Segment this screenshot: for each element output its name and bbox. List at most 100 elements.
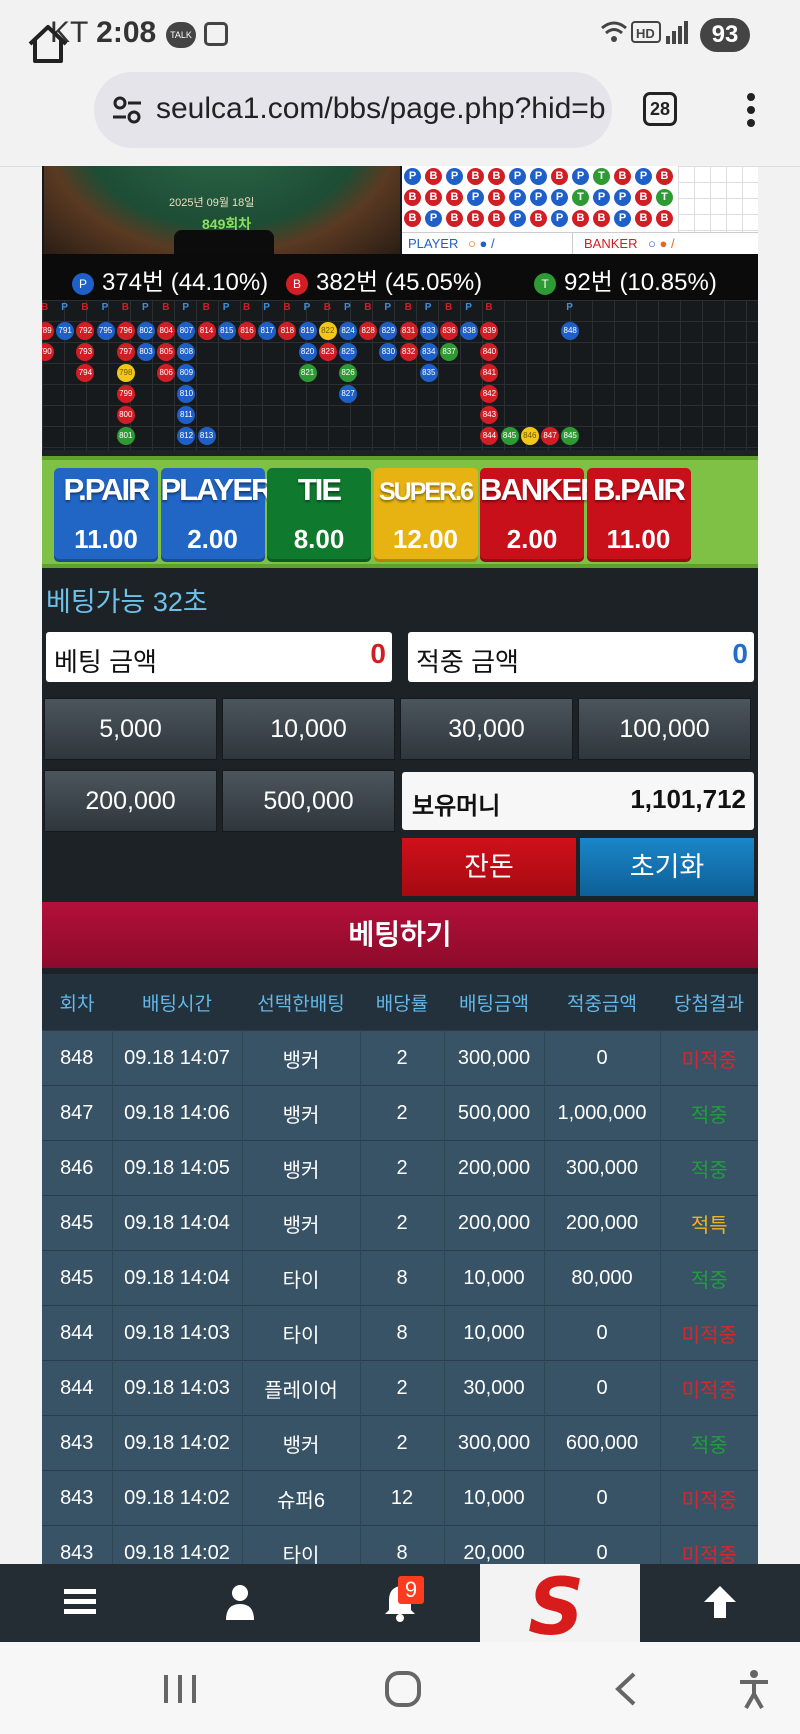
- chip-button[interactable]: 500,000: [222, 770, 395, 832]
- history-cell: 09.18 14:04: [112, 1250, 243, 1306]
- site-logo[interactable]: S: [480, 1563, 640, 1653]
- kakaotalk-icon: TALK: [166, 22, 196, 48]
- big-road-mark: P: [530, 168, 547, 185]
- history-cell: 10,000: [444, 1470, 545, 1526]
- address-bar[interactable]: seulca1.com/bbs/page.php?hid=ba: [94, 72, 612, 148]
- bead-road-mark: 828: [359, 322, 378, 340]
- bead-road-mark: 846: [520, 427, 539, 445]
- big-road-mark: B: [488, 168, 505, 185]
- history-cell: 845: [42, 1250, 113, 1306]
- bead-road-mark: 816: [238, 322, 256, 340]
- bet-option-odds: 8.00: [293, 524, 345, 554]
- site-settings-icon[interactable]: [112, 96, 142, 124]
- home-icon[interactable]: [26, 22, 70, 66]
- svg-text:S: S: [528, 1564, 584, 1642]
- history-cell: 뱅커: [242, 1140, 361, 1196]
- history-cell: 200,000: [544, 1195, 661, 1251]
- history-cell: 타이: [242, 1305, 361, 1361]
- bead-road-header: P: [182, 302, 190, 313]
- big-road-mark: B: [446, 189, 463, 206]
- bead-road-mark: 848: [561, 322, 580, 340]
- tab-count-button[interactable]: 28: [643, 92, 677, 126]
- recent-apps-icon[interactable]: [160, 1672, 200, 1706]
- table-row: 846 09.18 14:05 뱅커 2 200,000 300,000 적중: [42, 1140, 758, 1196]
- bead-road-mark: 829: [379, 322, 398, 340]
- bead-road-mark: 793: [76, 343, 95, 361]
- big-road-mark: B: [593, 210, 610, 227]
- history-cell: 30,000: [444, 1360, 545, 1416]
- bead-road-mark: 798: [116, 364, 135, 382]
- history-cell: 09.18 14:02: [112, 1525, 243, 1564]
- history-cell: 80,000: [544, 1250, 661, 1306]
- bet-option-tie[interactable]: TIE 8.00: [267, 468, 371, 562]
- more-options-icon[interactable]: [746, 92, 756, 128]
- history-cell: 0: [544, 1525, 661, 1564]
- history-cell: 적특: [660, 1195, 758, 1251]
- history-cell: 09.18 14:05: [112, 1140, 243, 1196]
- chip-button[interactable]: 100,000: [578, 698, 751, 760]
- win-amount-box: 적중 금액 0: [408, 632, 754, 682]
- balance-label: 보유머니: [412, 793, 501, 820]
- banker-marker-icon: B: [286, 272, 308, 295]
- bottom-nav: 9 S: [0, 1563, 800, 1653]
- big-road-mark: B: [635, 210, 652, 227]
- big-road-mark: B: [467, 210, 484, 227]
- home-nav-icon[interactable]: [384, 1670, 422, 1708]
- dealer-shoe: [174, 230, 274, 254]
- bead-road-mark: 827: [339, 385, 357, 403]
- big-road-mark: P: [509, 210, 526, 227]
- history-cell: 09.18 14:02: [112, 1415, 243, 1471]
- big-road-mark: P: [593, 189, 610, 206]
- stat-tie: T 92번 (10.85%): [534, 262, 717, 297]
- bead-road-mark: 831: [399, 322, 418, 340]
- accessibility-icon[interactable]: [736, 1668, 772, 1710]
- chip-button[interactable]: 10,000: [222, 698, 395, 760]
- bead-road-header: P: [222, 302, 230, 313]
- bead-road-mark: 807: [177, 322, 196, 340]
- bead-road-mark: 794: [76, 364, 95, 382]
- menu-icon[interactable]: [60, 1582, 100, 1622]
- chip-button[interactable]: 200,000: [44, 770, 217, 832]
- big-road-mark: B: [488, 189, 505, 206]
- bet-option-player[interactable]: PLAYER 2.00: [160, 468, 274, 562]
- bead-road-mark: 838: [460, 322, 479, 340]
- bet-option-banker[interactable]: BANKER 2.00: [480, 468, 603, 562]
- bet-option-super-6[interactable]: SUPER.6 12.00: [373, 468, 478, 562]
- bead-road-mark: 845: [561, 427, 580, 445]
- big-road-mark: P: [404, 168, 421, 185]
- big-road-mark: P: [530, 189, 547, 206]
- bead-road-mark: 795: [96, 322, 115, 340]
- history-cell: 2: [360, 1415, 445, 1471]
- bet-option-name: PLAYER: [160, 472, 274, 507]
- bet-option-b-pair[interactable]: B.PAIR 11.00: [586, 468, 691, 562]
- player-marker-icon: P: [72, 272, 94, 295]
- change-button[interactable]: 잔돈: [402, 838, 576, 896]
- chip-button[interactable]: 30,000: [400, 698, 573, 760]
- history-body: 848 09.18 14:07 뱅커 2 300,000 0 미적중 847 09.18 14:…: [42, 1030, 758, 1564]
- history-cell: 500,000: [444, 1085, 545, 1141]
- battery-indicator: 93: [700, 18, 750, 52]
- history-cell: 적중: [660, 1085, 758, 1141]
- place-bet-button[interactable]: 베팅하기: [42, 902, 758, 968]
- history-cell: 적중: [660, 1140, 758, 1196]
- history-header-row: 회차 배팅시간 선택한배팅 배당률 배팅금액 적중금액 당첨결과: [42, 974, 758, 1031]
- bead-road-mark: 847: [541, 427, 559, 445]
- url-text[interactable]: seulca1.com/bbs/page.php?hid=ba: [156, 92, 606, 126]
- big-road-mark: P: [551, 210, 568, 227]
- history-cell: 300,000: [444, 1415, 545, 1471]
- reset-button[interactable]: 초기화: [580, 838, 754, 896]
- chip-button[interactable]: 5,000: [44, 698, 217, 760]
- table-row: 845 09.18 14:04 타이 8 10,000 80,000 적중: [42, 1250, 758, 1306]
- bead-road-mark: 839: [480, 322, 499, 340]
- bead-road-mark: 830: [379, 343, 398, 361]
- big-road-mark: T: [572, 189, 589, 206]
- back-icon[interactable]: [610, 1670, 640, 1708]
- scroll-top-icon[interactable]: [700, 1582, 740, 1622]
- table-row: 844 09.18 14:03 플레이어 2 30,000 0 미적중: [42, 1360, 758, 1416]
- bead-road-header: P: [61, 302, 68, 313]
- bet-option-name: B.PAIR: [593, 472, 686, 507]
- bet-option-p-pair[interactable]: P.PAIR 11.00: [54, 468, 158, 562]
- history-cell: 슈퍼6: [242, 1470, 361, 1526]
- big-road-mark: B: [404, 189, 421, 206]
- user-icon[interactable]: [220, 1582, 260, 1622]
